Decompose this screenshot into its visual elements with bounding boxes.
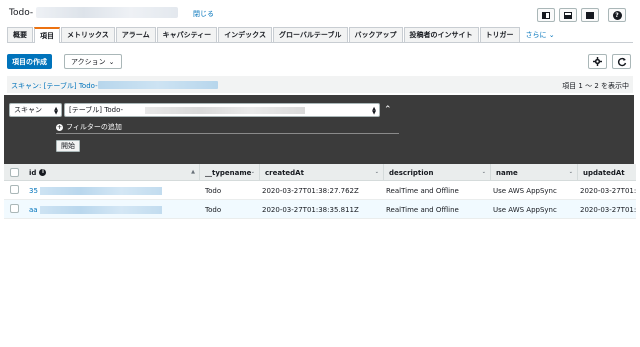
- plus-circle-icon: +: [56, 123, 63, 131]
- split-left-layout-button[interactable]: [537, 8, 555, 22]
- cell-typename: Todo: [205, 205, 222, 214]
- split-bottom-layout-button[interactable]: [559, 8, 577, 22]
- tab-more-dropdown[interactable]: さらに ⌄: [521, 27, 560, 42]
- tab-metrics[interactable]: メトリックス: [61, 27, 115, 42]
- column-label-createdat: createdAt: [265, 168, 304, 177]
- refresh-button[interactable]: [612, 54, 631, 69]
- tab-indexes[interactable]: インデックス: [218, 27, 272, 42]
- table-row[interactable]: aa Todo 2020-03-27T01:38:35.811Z RealTim…: [4, 200, 636, 219]
- cell-createdat: 2020-03-27T01:38:27.762Z: [262, 186, 359, 195]
- filter-panel: スキャン ▲ ▼ [テーブル] Todo- ▲ ▼ ⌃ + フィルターの追加 開始: [4, 95, 634, 164]
- help-button[interactable]: ?: [608, 8, 626, 22]
- cell-description: RealTime and Offline: [386, 205, 459, 214]
- tab-capacity[interactable]: キャパシティー: [156, 27, 218, 42]
- column-header-createdat[interactable]: createdAt ⌄: [259, 164, 383, 181]
- item-id-link[interactable]: aa: [29, 206, 38, 214]
- scan-summary-label[interactable]: スキャン: [テーブル] Todo-: [11, 81, 98, 91]
- select-arrows-icon: ▲ ▼: [372, 106, 376, 116]
- column-header-description[interactable]: description ⌄: [383, 164, 490, 181]
- items-count: 項目 1 ～ 2 を表示中: [562, 82, 629, 90]
- layout-buttons: ?: [537, 8, 626, 22]
- redacted-table-select: [145, 107, 305, 114]
- cell-description: RealTime and Offline: [386, 186, 459, 195]
- tab-bar: 概要 項目 メトリックス アラーム キャパシティー インデックス グローバルテー…: [7, 27, 633, 43]
- column-label-name: name: [496, 168, 518, 177]
- add-filter-label: フィルターの追加: [66, 123, 122, 131]
- collapse-filter-icon[interactable]: ⌃: [384, 105, 392, 115]
- tab-contributor-insights[interactable]: 投稿者のインサイト: [403, 27, 479, 42]
- tab-triggers[interactable]: トリガー: [479, 27, 520, 42]
- sort-asc-icon: ▲: [191, 169, 195, 175]
- select-arrows-icon: ▲ ▼: [54, 106, 58, 116]
- split-bottom-icon: [564, 11, 572, 19]
- select-all-checkbox[interactable]: [10, 168, 19, 177]
- redacted-scan-table: [98, 81, 218, 89]
- column-header-id[interactable]: id i ▲: [29, 164, 199, 181]
- table-select-value: [テーブル] Todo-: [69, 106, 124, 114]
- cell-name: Use AWS AppSync: [493, 205, 557, 214]
- redacted-table-name: [36, 7, 178, 18]
- sort-icon: ⌄: [481, 169, 486, 175]
- tab-backups[interactable]: バックアップ: [348, 27, 403, 42]
- redacted-id: [40, 206, 162, 214]
- cell-updatedat: 2020-03-27T01:3: [580, 205, 636, 214]
- tab-items[interactable]: 項目: [34, 27, 60, 43]
- column-label-id: id: [29, 168, 37, 177]
- column-header-updatedat[interactable]: updatedAt: [577, 164, 636, 181]
- filter-divider: [56, 133, 399, 134]
- tab-overview[interactable]: 概要: [7, 27, 33, 42]
- column-label-description: description: [389, 168, 434, 177]
- title-bar: Todo- 閉じる ?: [0, 0, 640, 26]
- row-checkbox[interactable]: [10, 185, 19, 194]
- actions-dropdown[interactable]: アクション ⌄: [64, 54, 122, 69]
- add-filter-button[interactable]: + フィルターの追加: [56, 122, 122, 132]
- window-title: Todo-: [9, 8, 34, 18]
- sort-icon: ⌄: [374, 169, 379, 175]
- tab-global-tables[interactable]: グローバルテーブル: [272, 27, 348, 42]
- scan-summary-bar: スキャン: [テーブル] Todo- 項目 1 ～ 2 を表示中: [7, 76, 633, 93]
- redacted-id: [40, 187, 162, 195]
- table-header: id i ▲ __typename ⌄ createdAt ⌄ descript…: [4, 164, 636, 181]
- items-table: id i ▲ __typename ⌄ createdAt ⌄ descript…: [4, 164, 636, 219]
- column-label-updatedat: updatedAt: [583, 168, 625, 177]
- cell-name: Use AWS AppSync: [493, 186, 557, 195]
- tab-alarms[interactable]: アラーム: [115, 27, 156, 42]
- item-id-link[interactable]: 35: [29, 187, 38, 195]
- column-header-name[interactable]: name ⌄: [490, 164, 577, 181]
- create-item-button[interactable]: 項目の作成: [7, 54, 52, 69]
- gear-icon: [593, 57, 602, 66]
- sort-icon: ⌄: [568, 169, 573, 175]
- refresh-icon: [617, 57, 626, 66]
- help-icon: ?: [612, 10, 622, 20]
- cell-typename: Todo: [205, 186, 222, 195]
- scan-mode-value: スキャン: [14, 106, 42, 114]
- start-search-button[interactable]: 開始: [56, 140, 80, 152]
- cell-updatedat: 2020-03-27T01:3: [580, 186, 636, 195]
- table-select[interactable]: [テーブル] Todo- ▲ ▼: [64, 103, 380, 117]
- table-row[interactable]: 35 Todo 2020-03-27T01:38:27.762Z RealTim…: [4, 181, 636, 200]
- sort-icon: ⌄: [250, 169, 255, 175]
- column-label-typename: __typename: [205, 168, 252, 177]
- column-header-typename[interactable]: __typename ⌄: [199, 164, 259, 181]
- row-checkbox[interactable]: [10, 204, 19, 213]
- info-icon[interactable]: i: [39, 169, 47, 176]
- toolbar: 項目の作成 アクション ⌄: [7, 54, 633, 69]
- full-layout-icon: [586, 11, 594, 19]
- close-link[interactable]: 閉じる: [193, 9, 214, 19]
- settings-button[interactable]: [588, 54, 607, 69]
- cell-createdat: 2020-03-27T01:38:35.811Z: [262, 205, 359, 214]
- full-layout-button[interactable]: [581, 8, 599, 22]
- actions-label: アクション: [71, 57, 106, 66]
- split-left-icon: [542, 11, 550, 19]
- scan-mode-select[interactable]: スキャン ▲ ▼: [9, 103, 62, 117]
- chevron-down-icon: ⌄: [108, 57, 115, 66]
